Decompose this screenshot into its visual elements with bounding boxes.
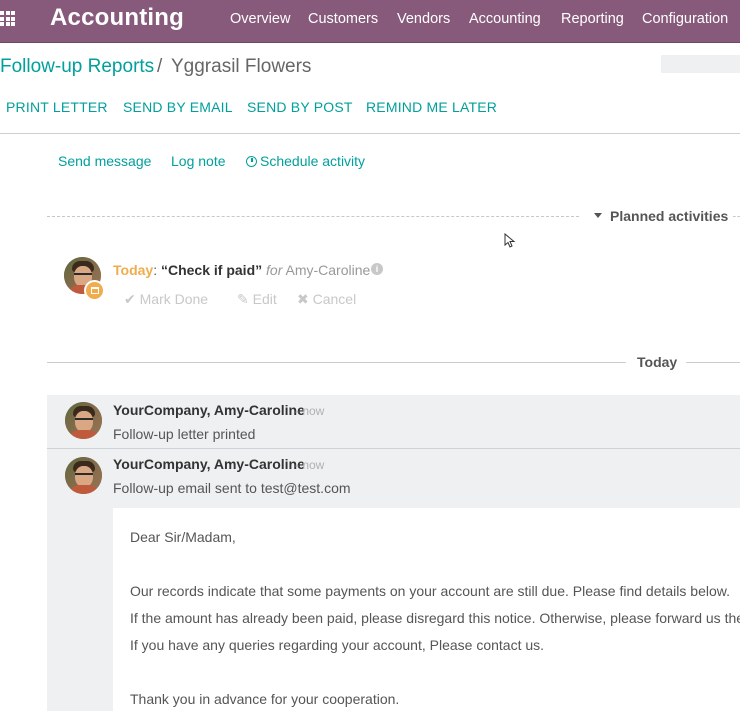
edit-label: Edit (252, 291, 277, 307)
mark-done-button[interactable]: ✔ Mark Done (124, 291, 208, 308)
message-author[interactable]: YourCompany, Amy-Caroline (113, 402, 305, 418)
planned-divider-tail (733, 216, 740, 217)
breadcrumb-separator: / (157, 56, 163, 77)
send-by-post-button[interactable]: SEND BY POST (247, 99, 353, 115)
apps-grid-icon[interactable] (0, 11, 15, 26)
activity-date: Today (113, 262, 154, 278)
activity-calendar-icon (84, 280, 105, 301)
schedule-activity-label: Schedule activity (260, 153, 366, 169)
email-line: Thank you in advance for your cooperatio… (130, 691, 400, 707)
schedule-activity-button[interactable]: Schedule activity (246, 153, 365, 169)
message-date: - now (295, 458, 325, 472)
avatar (65, 457, 102, 494)
message-body: Follow-up email sent to test@test.com (113, 480, 351, 496)
edit-activity-button[interactable]: ✎ Edit (237, 291, 277, 308)
remind-me-later-button[interactable]: REMIND ME LATER (366, 99, 497, 115)
caret-down-icon[interactable] (594, 213, 602, 218)
top-navbar: Accounting Overview Customers Vendors Ac… (0, 0, 740, 42)
mouse-pointer-icon (504, 233, 516, 248)
navbar-border (0, 42, 740, 43)
print-letter-button[interactable]: PRINT LETTER (6, 99, 108, 115)
cancel-label: Cancel (312, 291, 357, 307)
planned-activities-toggle[interactable]: Planned activities (610, 208, 728, 224)
activity-summary-line: Today: “Check if paid” for Amy-Caroline (113, 262, 370, 278)
email-line: Our records indicate that some payments … (130, 583, 730, 599)
planned-divider (47, 216, 579, 217)
activity-summary: “Check if paid” (160, 262, 263, 278)
menu-accounting[interactable]: Accounting (469, 11, 541, 27)
send-by-email-button[interactable]: SEND BY EMAIL (123, 99, 233, 115)
app-brand[interactable]: Accounting (50, 4, 184, 32)
info-icon[interactable]: i (371, 263, 383, 275)
menu-customers[interactable]: Customers (308, 11, 378, 27)
mark-done-label: Mark Done (139, 291, 209, 307)
log-note-button[interactable]: Log note (171, 153, 226, 169)
send-message-button[interactable]: Send message (58, 153, 151, 169)
message-author[interactable]: YourCompany, Amy-Caroline (113, 456, 305, 472)
date-divider-left (47, 362, 626, 363)
breadcrumb-parent-link[interactable]: Follow-up Reports (0, 56, 154, 78)
clock-icon (246, 156, 257, 167)
action-divider (0, 133, 740, 134)
search-input[interactable] (661, 55, 740, 73)
activity-user: Amy-Caroline (285, 262, 371, 278)
email-line: If the amount has already been paid, ple… (130, 610, 740, 626)
breadcrumb-current: Yggrasil Flowers (171, 56, 312, 77)
avatar (65, 402, 102, 439)
menu-configuration[interactable]: Configuration (642, 11, 728, 27)
email-greeting: Dear Sir/Madam, (130, 529, 236, 545)
activity-for-label: for (266, 262, 283, 278)
message-body: Follow-up letter printed (113, 426, 256, 442)
date-divider-label: Today (637, 354, 678, 370)
message-date: - now (295, 404, 325, 418)
cancel-activity-button[interactable]: ✖ Cancel (297, 291, 356, 308)
email-line: If you have any queries regarding your a… (130, 637, 545, 653)
menu-reporting[interactable]: Reporting (561, 11, 624, 27)
date-divider-right (686, 362, 740, 363)
menu-overview[interactable]: Overview (230, 11, 290, 27)
activity-colon: : (153, 262, 158, 278)
menu-vendors[interactable]: Vendors (397, 11, 450, 27)
